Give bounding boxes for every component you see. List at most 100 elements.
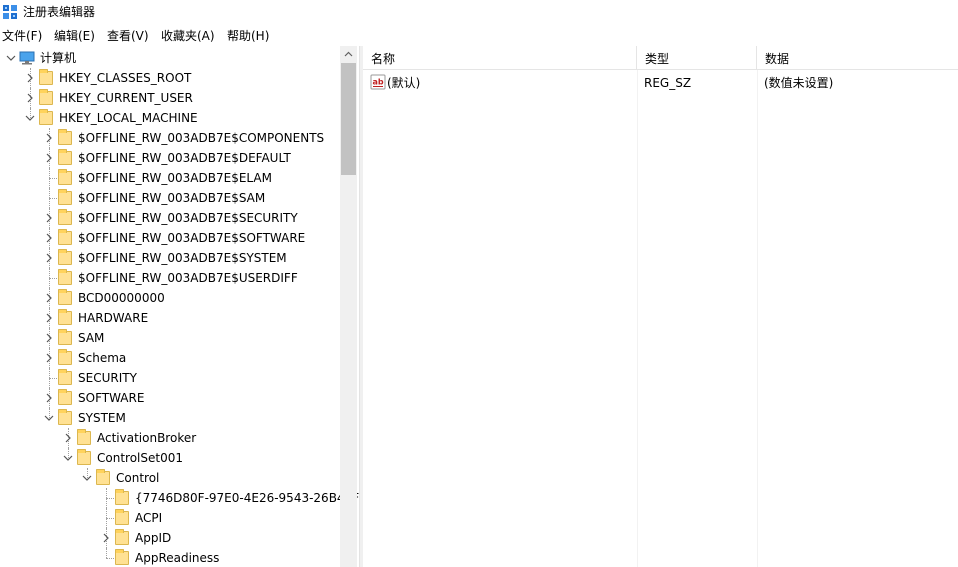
tree-node-bcd00000000[interactable]: BCD00000000 <box>0 288 340 308</box>
chevron-down-icon[interactable] <box>43 410 55 426</box>
folder-icon <box>58 169 72 185</box>
tree-node-label: $OFFLINE_RW_003ADB7E$SAM <box>78 191 266 205</box>
tree-node-label: $OFFLINE_RW_003ADB7E$DEFAULT <box>78 151 291 165</box>
chevron-right-icon[interactable] <box>43 330 55 346</box>
folder-icon <box>39 69 53 85</box>
value-type: REG_SZ <box>644 76 692 90</box>
menu-edit[interactable]: 编辑(E) <box>54 26 95 46</box>
tree-node-controlset001[interactable]: ControlSet001 <box>0 448 340 468</box>
folder-icon <box>115 529 129 545</box>
tree-node-acpi[interactable]: ACPI <box>0 508 340 528</box>
chevron-down-icon[interactable] <box>5 50 17 66</box>
tree-node-label: HKEY_CLASSES_ROOT <box>59 71 192 85</box>
tree-node-hkey-local-machine[interactable]: HKEY_LOCAL_MACHINE <box>0 108 340 128</box>
tree-node-label: ActivationBroker <box>97 431 197 445</box>
folder-icon <box>58 149 72 165</box>
folder-icon <box>58 129 72 145</box>
folder-icon <box>58 369 72 385</box>
folder-icon <box>96 469 110 485</box>
tree-node-hkey-classes-root[interactable]: HKEY_CLASSES_ROOT <box>0 68 340 88</box>
chevron-right-icon[interactable] <box>43 230 55 246</box>
folder-icon <box>39 109 53 125</box>
tree-node-offline-rw-003adb7e-default[interactable]: $OFFLINE_RW_003ADB7E$DEFAULT <box>0 148 340 168</box>
tree-node-computer[interactable]: 计算机 <box>0 48 340 68</box>
tree-node-hardware[interactable]: HARDWARE <box>0 308 340 328</box>
column-divider <box>637 70 638 567</box>
chevron-right-icon[interactable] <box>62 430 74 446</box>
chevron-right-icon[interactable] <box>24 90 36 106</box>
chevron-right-icon[interactable] <box>24 70 36 86</box>
chevron-right-icon[interactable] <box>100 530 112 546</box>
chevron-down-icon[interactable] <box>81 470 93 486</box>
tree-node-label: $OFFLINE_RW_003ADB7E$ELAM <box>78 171 272 185</box>
column-header-type[interactable]: 类型 <box>637 46 757 70</box>
tree-node-label: AppReadiness <box>135 551 220 565</box>
chevron-right-icon[interactable] <box>43 250 55 266</box>
tree-node-label: {7746D80F-97E0-4E26-9543-26B41F <box>135 491 359 505</box>
tree-node-label: HKEY_LOCAL_MACHINE <box>59 111 198 125</box>
tree-node-offline-rw-003adb7e-userdiff[interactable]: $OFFLINE_RW_003ADB7E$USERDIFF <box>0 268 340 288</box>
tree-node-activationbroker[interactable]: ActivationBroker <box>0 428 340 448</box>
tree-node-label: Control <box>116 471 160 485</box>
tree-node-offline-rw-003adb7e-elam[interactable]: $OFFLINE_RW_003ADB7E$ELAM <box>0 168 340 188</box>
scrollbar-thumb[interactable] <box>341 63 356 175</box>
tree-node-label: SECURITY <box>78 371 137 385</box>
chevron-right-icon[interactable] <box>43 150 55 166</box>
tree-node-label: HARDWARE <box>78 311 149 325</box>
tree-node-offline-rw-003adb7e-components[interactable]: $OFFLINE_RW_003ADB7E$COMPONENTS <box>0 128 340 148</box>
tree-node-label: ACPI <box>135 511 163 525</box>
tree-node-label: $OFFLINE_RW_003ADB7E$SOFTWARE <box>78 231 306 245</box>
string-value-icon: ab <box>370 74 386 90</box>
tree-node-control[interactable]: Control <box>0 468 340 488</box>
folder-icon <box>58 249 72 265</box>
value-row[interactable]: ab (默认) REG_SZ (数值未设置) <box>363 74 958 94</box>
tree-guide-line <box>106 548 107 558</box>
menu-favorites[interactable]: 收藏夹(A) <box>161 26 215 46</box>
chevron-right-icon[interactable] <box>43 390 55 406</box>
menu-help[interactable]: 帮助(H) <box>227 26 269 46</box>
tree-node-label: $OFFLINE_RW_003ADB7E$SYSTEM <box>78 251 287 265</box>
tree-node-label: $OFFLINE_RW_003ADB7E$USERDIFF <box>78 271 298 285</box>
folder-icon <box>58 349 72 365</box>
tree-node-offline-rw-003adb7e-system[interactable]: $OFFLINE_RW_003ADB7E$SYSTEM <box>0 248 340 268</box>
tree-node-system[interactable]: SYSTEM <box>0 408 340 428</box>
menu-file[interactable]: 文件(F) <box>2 26 42 46</box>
chevron-right-icon[interactable] <box>43 130 55 146</box>
tree-node-label: $OFFLINE_RW_003ADB7E$COMPONENTS <box>78 131 325 145</box>
tree-node-7746d80f-97e0-4e26-9543-26b41f[interactable]: {7746D80F-97E0-4E26-9543-26B41F <box>0 488 359 508</box>
tree-node-schema[interactable]: Schema <box>0 348 340 368</box>
tree-node-appid[interactable]: AppID <box>0 528 340 548</box>
tree-node-software[interactable]: SOFTWARE <box>0 388 340 408</box>
folder-icon <box>115 509 129 525</box>
folder-icon <box>77 429 91 445</box>
chevron-down-icon[interactable] <box>62 450 74 466</box>
chevron-right-icon[interactable] <box>43 290 55 306</box>
folder-icon <box>58 209 72 225</box>
chevron-right-icon[interactable] <box>43 310 55 326</box>
folder-icon <box>58 409 72 425</box>
tree-node-label: 计算机 <box>40 51 77 65</box>
chevron-down-icon[interactable] <box>24 110 36 126</box>
folder-icon <box>58 329 72 345</box>
tree-scrollbar[interactable] <box>340 46 357 567</box>
column-header-data[interactable]: 数据 <box>757 46 958 70</box>
tree-node-sam[interactable]: SAM <box>0 328 340 348</box>
column-header-name[interactable]: 名称 <box>363 46 637 70</box>
chevron-right-icon[interactable] <box>43 350 55 366</box>
tree-node-hkey-current-user[interactable]: HKEY_CURRENT_USER <box>0 88 340 108</box>
folder-icon <box>58 189 72 205</box>
chevron-right-icon[interactable] <box>43 210 55 226</box>
folder-icon <box>58 309 72 325</box>
folder-icon <box>58 289 72 305</box>
tree-node-appreadiness[interactable]: AppReadiness <box>0 548 340 567</box>
tree-node-offline-rw-003adb7e-software[interactable]: $OFFLINE_RW_003ADB7E$SOFTWARE <box>0 228 340 248</box>
tree-node-offline-rw-003adb7e-security[interactable]: $OFFLINE_RW_003ADB7E$SECURITY <box>0 208 340 228</box>
tree-node-security[interactable]: SECURITY <box>0 368 340 388</box>
column-divider <box>757 70 758 567</box>
tree-node-label: HKEY_CURRENT_USER <box>59 91 193 105</box>
scroll-up-arrow-icon[interactable] <box>340 46 357 63</box>
tree-node-offline-rw-003adb7e-sam[interactable]: $OFFLINE_RW_003ADB7E$SAM <box>0 188 340 208</box>
menu-view[interactable]: 查看(V) <box>107 26 149 46</box>
value-data: (数值未设置) <box>764 76 834 90</box>
tree-node-label: SYSTEM <box>78 411 126 425</box>
